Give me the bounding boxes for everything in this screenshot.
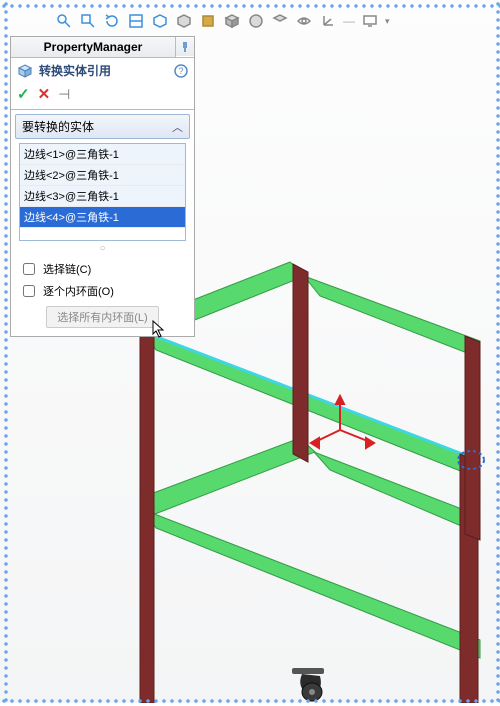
edit-appearance-icon[interactable] [271, 12, 289, 30]
collapse-chevron-icon[interactable]: ︿ [172, 119, 183, 135]
preview-pin-button[interactable]: ⊣ [58, 86, 70, 103]
chain-checkbox[interactable] [23, 263, 35, 275]
loop-checkbox[interactable] [23, 285, 35, 297]
select-all-inner-loops-button: 选择所有内环面(L) [46, 306, 158, 328]
feature-cube-icon [17, 63, 33, 79]
entities-listbox[interactable]: 边线<1>@三角铁-1 边线<2>@三角铁-1 边线<3>@三角铁-1 边线<4… [19, 143, 186, 241]
zoom-area-icon[interactable] [79, 12, 97, 30]
display-style-icon[interactable] [175, 12, 193, 30]
panel-pushpin-button[interactable] [176, 38, 194, 56]
zoom-fit-icon[interactable] [55, 12, 73, 30]
selection-target-icon: ○ [11, 243, 194, 254]
section-icon[interactable] [199, 12, 217, 30]
dropdown-chevron-icon[interactable]: ▾ [385, 16, 390, 27]
help-icon[interactable]: ? [174, 64, 188, 78]
triad-icon[interactable] [319, 12, 337, 30]
feature-title: 转换实体引用 [39, 62, 168, 79]
view-orientation-icon[interactable] [151, 12, 169, 30]
mouse-cursor-icon [152, 320, 166, 338]
list-item[interactable]: 边线<2>@三角铁-1 [20, 165, 185, 186]
property-manager-panel: PropertyManager 转换实体引用 ? ✓ ✕ ⊣ 要转换的实体 ︿ … [10, 36, 195, 337]
hide-show-icon[interactable] [295, 12, 313, 30]
loop-checkbox-label: 逐个内环面(O) [43, 283, 114, 299]
chain-checkbox-row[interactable]: 选择链(C) [11, 258, 194, 280]
scene-cube-icon[interactable] [223, 12, 241, 30]
svg-text:?: ? [178, 66, 183, 76]
list-item[interactable]: 边线<3>@三角铁-1 [20, 186, 185, 207]
cancel-button[interactable]: ✕ [38, 85, 51, 103]
ok-button[interactable]: ✓ [17, 85, 30, 103]
loop-checkbox-row[interactable]: 逐个内环面(O) [11, 280, 194, 302]
list-item[interactable]: 边线<1>@三角铁-1 [20, 144, 185, 165]
toolbar-separator: — [343, 14, 355, 28]
list-item[interactable]: 边线<4>@三角铁-1 [20, 207, 185, 228]
scan-icon[interactable] [127, 12, 145, 30]
rotate-icon[interactable] [103, 12, 121, 30]
panel-title: PropertyManager [11, 37, 176, 57]
monitor-icon[interactable] [361, 12, 379, 30]
section-header-entities[interactable]: 要转换的实体 ︿ [15, 114, 190, 139]
section-title: 要转换的实体 [22, 118, 94, 135]
heads-up-toolbar: — ▾ [55, 10, 470, 32]
list-empty-area[interactable] [20, 228, 185, 240]
appearance-icon[interactable] [247, 12, 265, 30]
chain-checkbox-label: 选择链(C) [43, 261, 91, 277]
